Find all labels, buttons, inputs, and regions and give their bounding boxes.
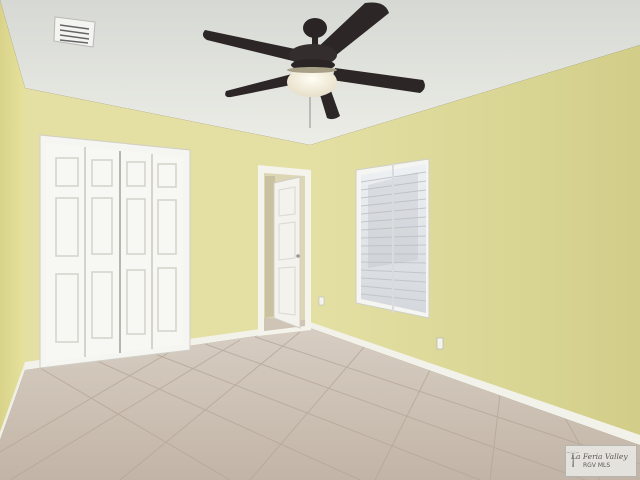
wall-outlet <box>318 296 325 306</box>
open-door <box>273 176 301 329</box>
palm-tree-icon <box>566 448 580 467</box>
hallway-doorway <box>258 165 311 336</box>
room-scene <box>0 0 640 480</box>
wall-outlet <box>436 337 444 350</box>
room-photo: La Feria Valley RGV MLS <box>0 0 640 480</box>
window <box>355 158 430 319</box>
watermark: La Feria Valley RGV MLS <box>565 445 637 477</box>
closet <box>39 134 191 369</box>
